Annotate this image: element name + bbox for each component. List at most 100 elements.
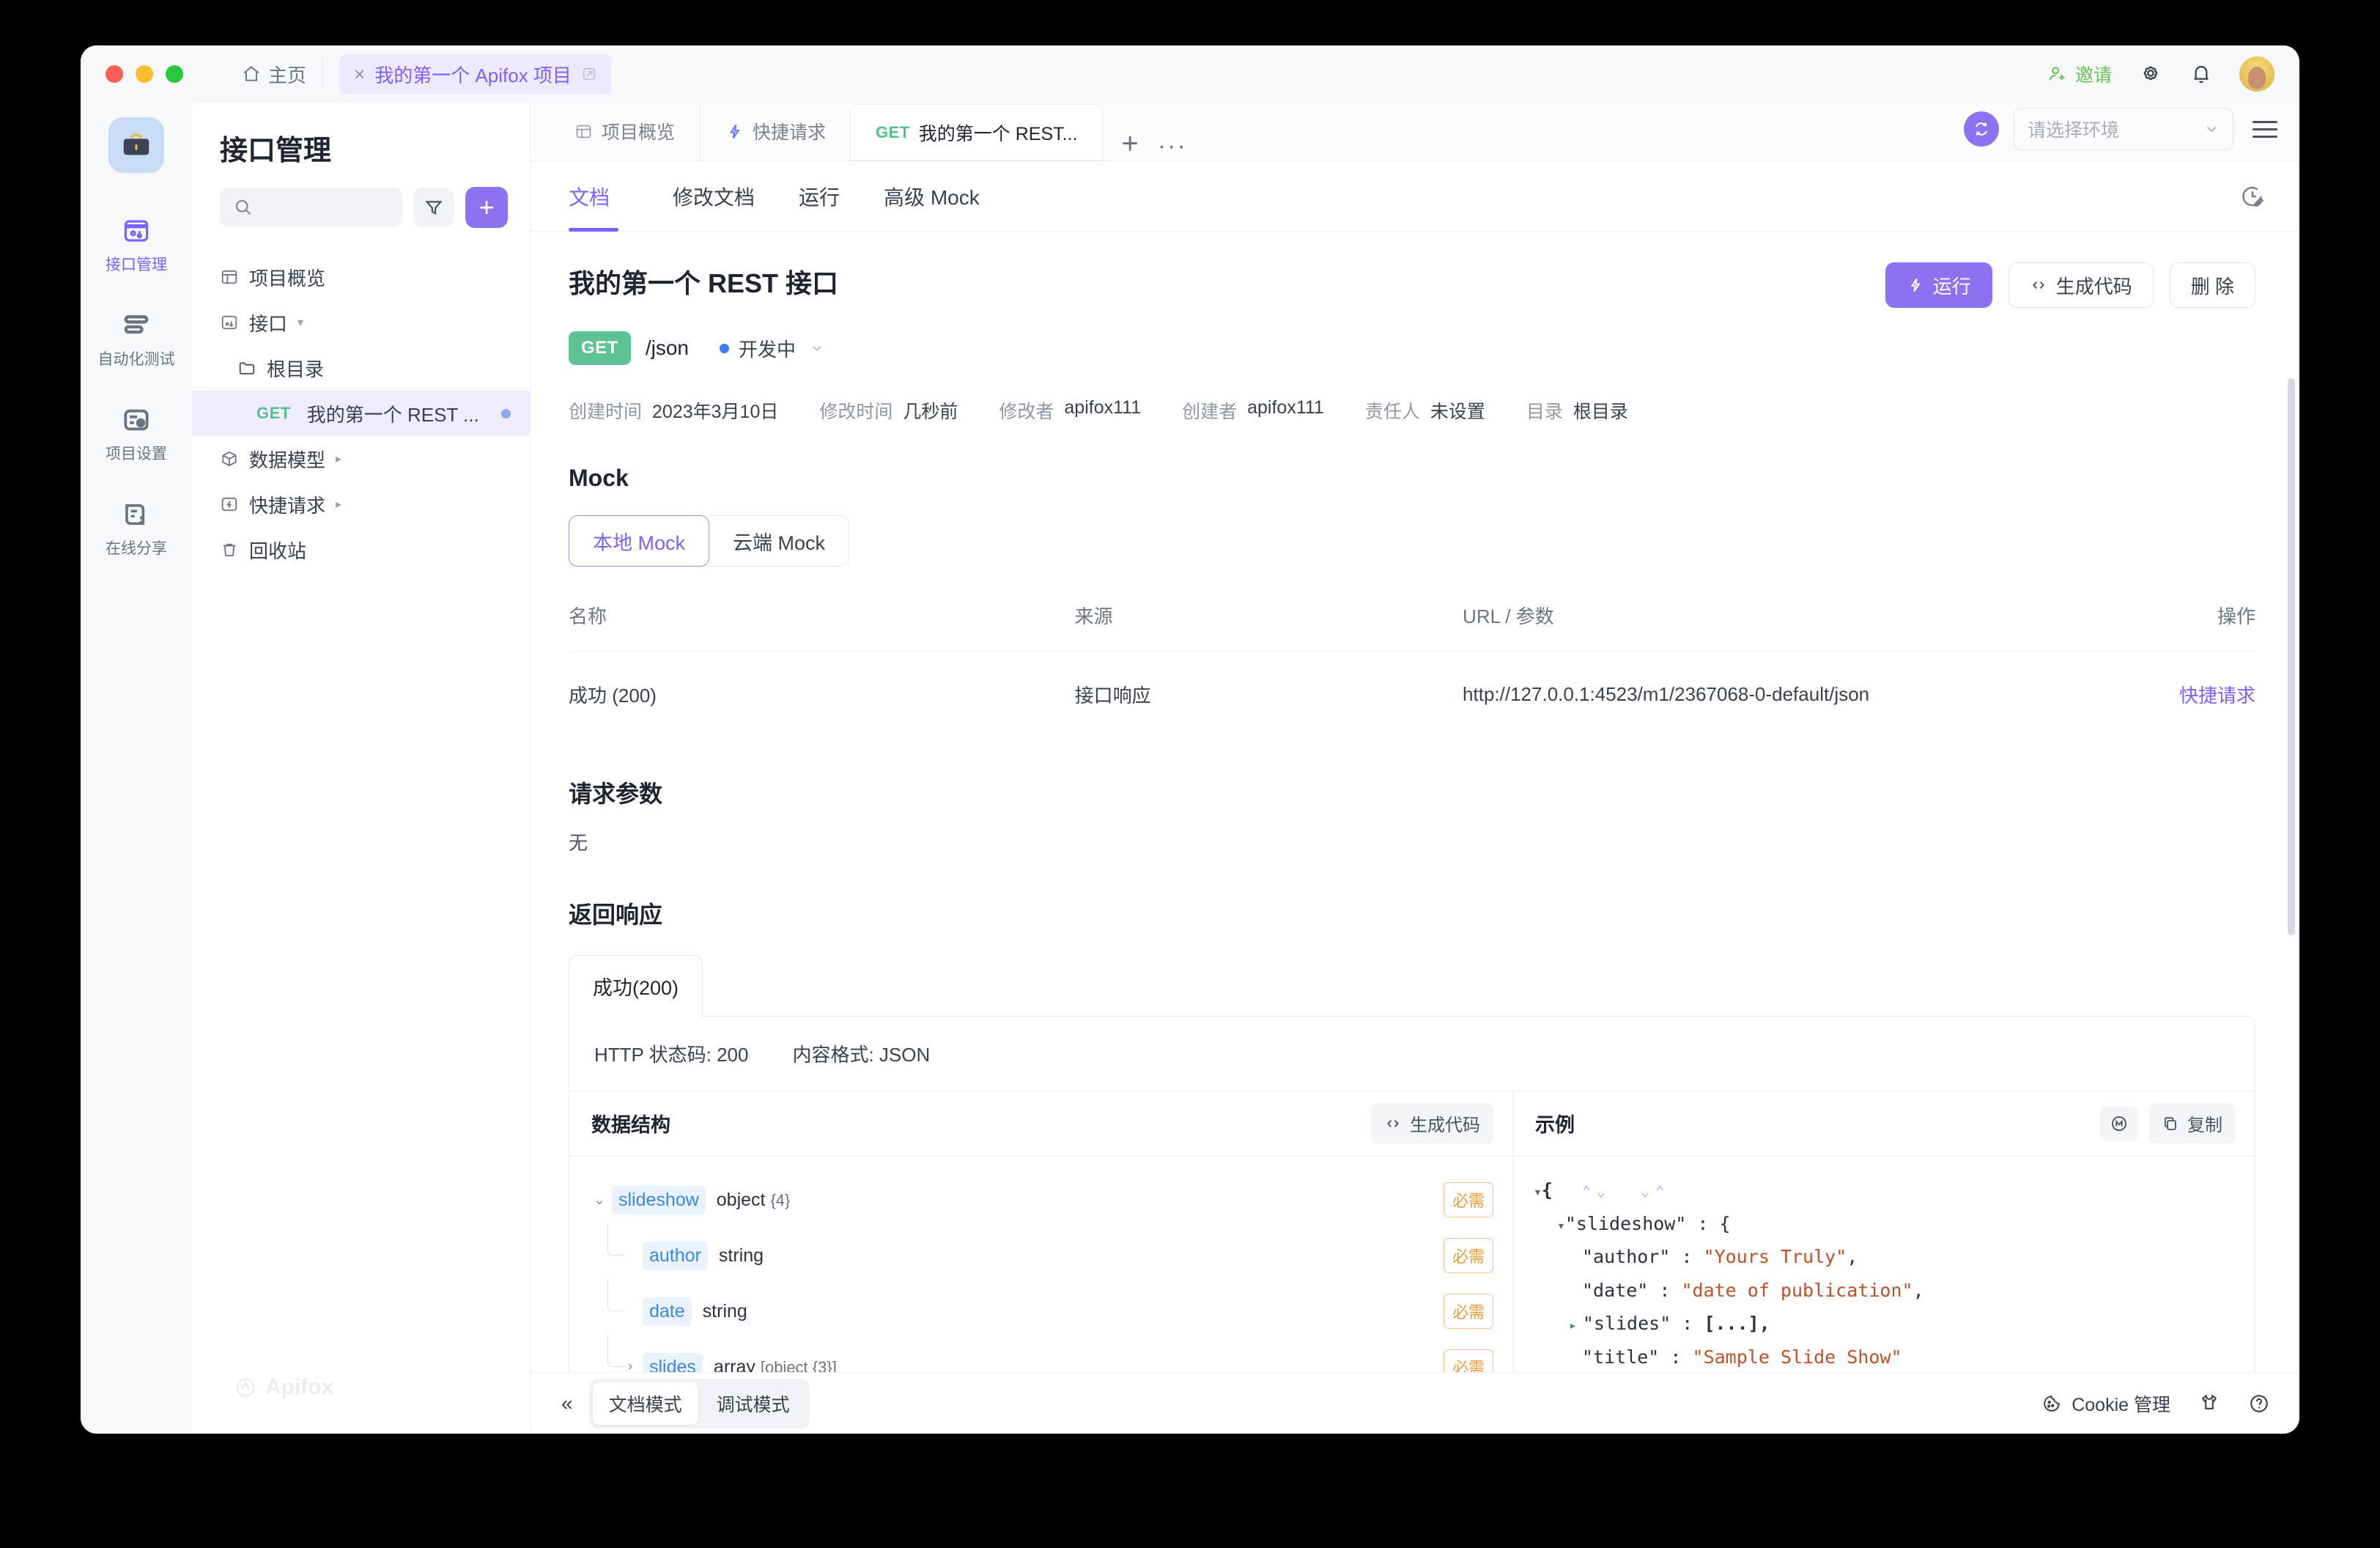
tab-response-200[interactable]: 成功(200) (569, 955, 703, 1017)
tree-item-rest-api[interactable]: GET 我的第一个 REST ... (192, 391, 530, 436)
vertical-scrollbar[interactable] (2288, 378, 2295, 935)
chevron-right-icon[interactable]: ▸ (336, 497, 341, 512)
meta-value: apifox111 (1064, 397, 1142, 418)
tree-item-label: 回收站 (249, 539, 307, 562)
app-body: 接口管理 自动化测试 项目设置 在线分享 接口管理 + 项目概览 接口 ▾ 根目… (81, 102, 2299, 1434)
filter-button[interactable] (413, 188, 454, 227)
tab-rest-api[interactable]: GET 我的第一个 REST... (851, 105, 1103, 161)
cell-url: http://127.0.0.1:4523/m1/2367068-0-defau… (1463, 683, 1870, 705)
copy-button[interactable]: 复制 (2148, 1103, 2236, 1143)
workspace-logo-icon[interactable] (108, 117, 164, 173)
home-icon (242, 64, 261, 84)
tab-advanced-mock[interactable]: 高级 Mock (862, 161, 1002, 232)
apifox-watermark: Apifox (234, 1375, 333, 1400)
tab-doc[interactable]: 文档 (569, 161, 632, 232)
search-input[interactable] (220, 188, 402, 227)
subtab-label: 运行 (799, 185, 840, 209)
status-bar: « 文档模式 调试模式 Cookie 管理 (531, 1372, 2299, 1434)
invite-button[interactable]: 邀请 (2047, 61, 2112, 87)
tree-item-trash[interactable]: 回收站 (192, 527, 530, 572)
avatar[interactable] (2239, 56, 2274, 92)
chevron-right-icon[interactable]: ▸ (336, 452, 341, 466)
json-comma: , (1847, 1246, 1858, 1267)
sidebar-item-project-settings[interactable]: 项目设置 (89, 394, 183, 473)
sync-button[interactable] (1964, 111, 1999, 147)
response-meta: HTTP 状态码: 200 内容格式: JSON (569, 1017, 2255, 1091)
table-row: 成功 (200) 接口响应 http://127.0.0.1:4523/m1/2… (569, 652, 2255, 735)
copy-icon (2162, 1115, 2179, 1132)
tab-more-button[interactable]: ··· (1158, 132, 1187, 161)
collapse-caret-icon[interactable]: ▾ (1534, 1181, 1542, 1205)
history-edit-icon[interactable] (2239, 183, 2266, 210)
environment-select[interactable]: 请选择环境 (2014, 108, 2233, 150)
chevron-down-icon[interactable]: ⌄ (587, 1192, 612, 1209)
tree-item-overview[interactable]: 项目概览 (192, 254, 530, 300)
project-tree: 项目概览 接口 ▾ 根目录 GET 我的第一个 REST ... 数据模型 ▸ … (192, 254, 530, 572)
bell-icon[interactable] (2189, 62, 2213, 86)
api-status-select[interactable]: 开发中 (720, 335, 824, 362)
schema-row[interactable]: ⌄ slideshow object {4} 必需 (587, 1172, 1493, 1228)
mock-toggle-button[interactable] (2100, 1105, 2138, 1141)
quick-request-link[interactable]: 快捷请求 (2179, 685, 2255, 707)
sidebar-item-api-management[interactable]: 接口管理 (89, 205, 183, 284)
sidebar-item-online-share[interactable]: 在线分享 (89, 489, 183, 567)
generate-code-button[interactable]: 生成代码 (1371, 1103, 1493, 1143)
chevron-down-icon[interactable]: ▾ (298, 315, 303, 330)
add-button[interactable]: + (465, 187, 508, 228)
minimize-window-button[interactable] (136, 65, 153, 83)
collapse-caret-icon[interactable]: ▾ (1557, 1215, 1565, 1239)
filter-icon (424, 197, 444, 218)
schema-row[interactable]: › slides array [object {3}] 必需 (587, 1335, 1493, 1373)
home-tab[interactable]: 主页 (242, 61, 306, 88)
collapse-sidebar-button[interactable]: « (561, 1392, 573, 1415)
app-window: 主页 × 我的第一个 Apifox 项目 邀请 接口管理 自动化测试 项目设置 … (81, 45, 2299, 1434)
doc-scroll-area[interactable]: 我的第一个 REST 接口 GET /json 开发中 创建时间 2023年3月… (531, 232, 2299, 1372)
help-icon[interactable] (2248, 1393, 2270, 1415)
tab-project-overview[interactable]: 项目概览 (550, 102, 700, 161)
generate-code-button[interactable]: 生成代码 (2008, 262, 2154, 308)
schema-row[interactable]: author string 必需 (587, 1223, 1493, 1283)
tab-edit-doc[interactable]: 修改文档 (651, 161, 777, 232)
delete-button[interactable]: 删 除 (2169, 262, 2255, 308)
cookie-label: Cookie 管理 (2072, 1394, 2170, 1415)
required-badge: 必需 (1443, 1294, 1493, 1329)
new-tab-button[interactable]: + (1102, 128, 1157, 161)
tree-line (607, 1335, 625, 1367)
schema-type: array [object {3}] (714, 1357, 837, 1373)
sidebar-item-automation-test[interactable]: 自动化测试 (89, 300, 183, 378)
mode-debug-button[interactable]: 调试模式 (701, 1382, 806, 1425)
cell-name: 成功 (200) (569, 685, 657, 707)
mode-doc-button[interactable]: 文档模式 (592, 1382, 698, 1425)
meta-modifier: 修改者 apifox111 (999, 397, 1141, 424)
external-link-icon[interactable] (581, 66, 597, 82)
tab-run[interactable]: 运行 (777, 161, 862, 232)
tree-item-root-folder[interactable]: 根目录 (192, 345, 530, 391)
traffic-lights (106, 65, 183, 83)
menu-icon[interactable] (2252, 120, 2277, 138)
expand-caret-icon[interactable]: ▸ (1569, 1314, 1577, 1338)
close-icon[interactable]: × (354, 63, 365, 86)
json-zoom-controls[interactable]: ⌃⌄ ⌄⌃ (1582, 1178, 1670, 1204)
generate-code-label: 生成代码 (2055, 275, 2132, 298)
maximize-window-button[interactable] (166, 65, 183, 83)
run-button[interactable]: 运行 (1885, 262, 1992, 308)
theme-shirt-icon[interactable] (2198, 1393, 2220, 1415)
gear-icon[interactable] (2138, 62, 2163, 86)
schema-key: date (643, 1297, 692, 1326)
bolt-icon (1907, 276, 1924, 294)
segment-cloud-mock[interactable]: 云端 Mock (709, 515, 850, 567)
project-tab[interactable]: × 我的第一个 Apifox 项目 (339, 54, 612, 95)
generate-code-label: 生成代码 (1410, 1116, 1480, 1135)
tree-item-data-model[interactable]: 数据模型 ▸ (192, 436, 530, 482)
json-example[interactable]: ▾ { ⌃⌄ ⌄⌃ ▾ "slideshow" : {"author": "… (1513, 1156, 2255, 1372)
cookie-manager-button[interactable]: Cookie 管理 (2041, 1390, 2170, 1417)
segment-local-mock[interactable]: 本地 Mock (569, 515, 710, 567)
tree-item-label: 数据模型 (249, 449, 326, 471)
api-path: /json (645, 336, 689, 359)
tree-item-quick-request[interactable]: 快捷请求 ▸ (192, 482, 530, 527)
tree-item-apis[interactable]: 接口 ▾ (192, 300, 530, 345)
close-window-button[interactable] (106, 65, 123, 83)
schema-row[interactable]: date string 必需 (587, 1279, 1493, 1339)
project-settings-icon (121, 405, 152, 435)
tab-quick-request[interactable]: 快捷请求 (700, 102, 851, 161)
